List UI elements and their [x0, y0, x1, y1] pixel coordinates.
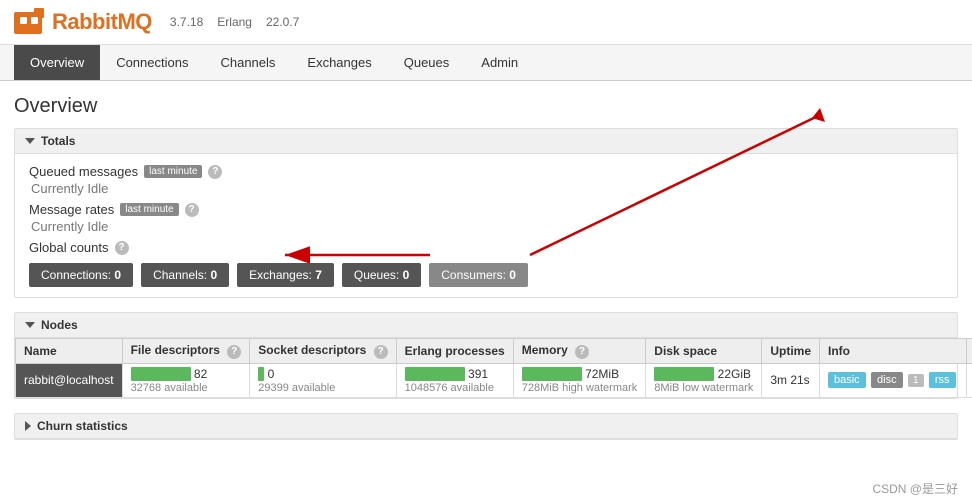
churn-expand-icon [25, 421, 31, 431]
version-number: 3.7.18 [170, 15, 203, 29]
file-desc-value: 82 [194, 367, 207, 381]
totals-label: Totals [41, 134, 75, 148]
logo-mq: MQ [117, 9, 151, 34]
disk-watermark: 8MiB low watermark [654, 382, 753, 394]
totals-collapse-icon [25, 138, 35, 144]
memory-value: 72MiB [585, 367, 619, 381]
nav-admin[interactable]: Admin [465, 45, 534, 80]
disk-cell: 22GiB 8MiB low watermark [646, 363, 762, 398]
message-rates-label: Message rates [29, 202, 114, 217]
nodes-body: Name File descriptors ? Socket descripto… [15, 338, 957, 398]
queued-idle: Currently Idle [29, 181, 943, 196]
totals-body: Queued messages last minute ? Currently … [15, 154, 957, 297]
file-desc-help-icon[interactable]: ? [227, 345, 241, 359]
nav-connections[interactable]: Connections [100, 45, 204, 80]
totals-section-header[interactable]: Totals [15, 129, 957, 154]
erlang-label: Erlang [217, 15, 252, 29]
erlang-proc-available: 1048576 available [405, 382, 505, 394]
col-uptime: Uptime [762, 339, 820, 364]
churn-section-header[interactable]: Churn statistics [15, 414, 957, 439]
logo-text: RabbitMQ [52, 9, 152, 35]
erlang-version: 22.0.7 [266, 15, 299, 29]
col-info: Info [820, 339, 967, 364]
logo-rabbit: Rabbit [52, 9, 117, 34]
info-num-badge: 1 [908, 374, 924, 387]
disk-bar [654, 367, 714, 381]
message-rates-row: Message rates last minute ? [29, 202, 943, 217]
nodes-collapse-icon [25, 322, 35, 328]
nav-channels[interactable]: Channels [204, 45, 291, 80]
global-counts-row: Global counts ? [29, 240, 943, 255]
file-desc-cell: 82 32768 available [122, 363, 250, 398]
memory-watermark: 728MiB high watermark [522, 382, 638, 394]
logo: RabbitMQ [14, 8, 152, 36]
nodes-section: Nodes Name File descriptors ? Socket des… [14, 312, 958, 399]
channels-count-btn[interactable]: Channels: 0 [141, 263, 229, 287]
col-reset: Reset [966, 339, 972, 364]
rabbitmq-logo-icon [14, 8, 46, 36]
queued-badge[interactable]: last minute [144, 165, 202, 178]
col-disk: Disk space [646, 339, 762, 364]
erlang-proc-bar [405, 367, 465, 381]
queues-count-btn[interactable]: Queues: 0 [342, 263, 421, 287]
file-desc-bar [131, 367, 191, 381]
connections-count-btn[interactable]: Connections: 0 [29, 263, 133, 287]
col-file-desc: File descriptors ? [122, 339, 250, 364]
memory-help-icon[interactable]: ? [575, 345, 589, 359]
nav-exchanges[interactable]: Exchanges [291, 45, 387, 80]
consumers-count-btn[interactable]: Consumers: 0 [429, 263, 528, 287]
nav-queues[interactable]: Queues [388, 45, 466, 80]
nav-overview[interactable]: Overview [14, 45, 100, 80]
uptime-cell: 3m 21s [762, 363, 820, 398]
churn-section: Churn statistics [14, 413, 958, 440]
info-disc-btn[interactable]: disc [871, 372, 903, 388]
info-basic-btn[interactable]: basic [828, 372, 866, 388]
reset-cell: This [966, 363, 972, 398]
counts-row: Connections: 0 Channels: 0 Exchanges: 7 … [29, 263, 943, 287]
message-rates-idle: Currently Idle [29, 219, 943, 234]
col-memory: Memory ? [513, 339, 646, 364]
col-erlang-proc: Erlang processes [396, 339, 513, 364]
global-counts-help-icon[interactable]: ? [115, 241, 129, 255]
nodes-table: Name File descriptors ? Socket descripto… [15, 338, 972, 398]
info-rss-btn[interactable]: rss [929, 372, 956, 388]
content: Overview Totals Queued messages last min… [0, 81, 972, 468]
global-counts-label: Global counts [29, 240, 109, 255]
socket-desc-help-icon[interactable]: ? [374, 345, 388, 359]
queued-messages-label: Queued messages [29, 164, 138, 179]
nodes-label: Nodes [41, 318, 78, 332]
page-title: Overview [14, 95, 958, 118]
col-socket-desc: Socket descriptors ? [250, 339, 396, 364]
node-name: rabbit@localhost [16, 363, 123, 398]
totals-section: Totals Queued messages last minute ? Cur… [14, 128, 958, 298]
version-info: 3.7.18 Erlang 22.0.7 [170, 15, 299, 29]
message-rates-help-icon[interactable]: ? [185, 203, 199, 217]
erlang-proc-cell: 391 1048576 available [396, 363, 513, 398]
col-name: Name [16, 339, 123, 364]
file-desc-available: 32768 available [131, 382, 242, 394]
header: RabbitMQ 3.7.18 Erlang 22.0.7 [0, 0, 972, 45]
socket-desc-value: 0 [268, 367, 275, 381]
info-cell: basic disc 1 rss [820, 363, 967, 398]
socket-desc-bar [258, 367, 264, 381]
queued-help-icon[interactable]: ? [208, 165, 222, 179]
queued-messages-row: Queued messages last minute ? [29, 164, 943, 179]
watermark: CSDN @是三好 [872, 480, 958, 497]
churn-label: Churn statistics [37, 419, 128, 433]
nodes-section-header[interactable]: Nodes [15, 313, 957, 338]
memory-bar [522, 367, 582, 381]
erlang-proc-value: 391 [468, 367, 488, 381]
memory-cell: 72MiB 728MiB high watermark [513, 363, 646, 398]
exchanges-count-btn[interactable]: Exchanges: 7 [237, 263, 334, 287]
disk-value: 22GiB [718, 367, 751, 381]
socket-desc-available: 29399 available [258, 382, 387, 394]
table-row: rabbit@localhost 82 32768 available 0 29… [16, 363, 972, 398]
message-rates-badge[interactable]: last minute [120, 203, 178, 216]
socket-desc-cell: 0 29399 available [250, 363, 396, 398]
main-nav: Overview Connections Channels Exchanges … [0, 45, 972, 81]
